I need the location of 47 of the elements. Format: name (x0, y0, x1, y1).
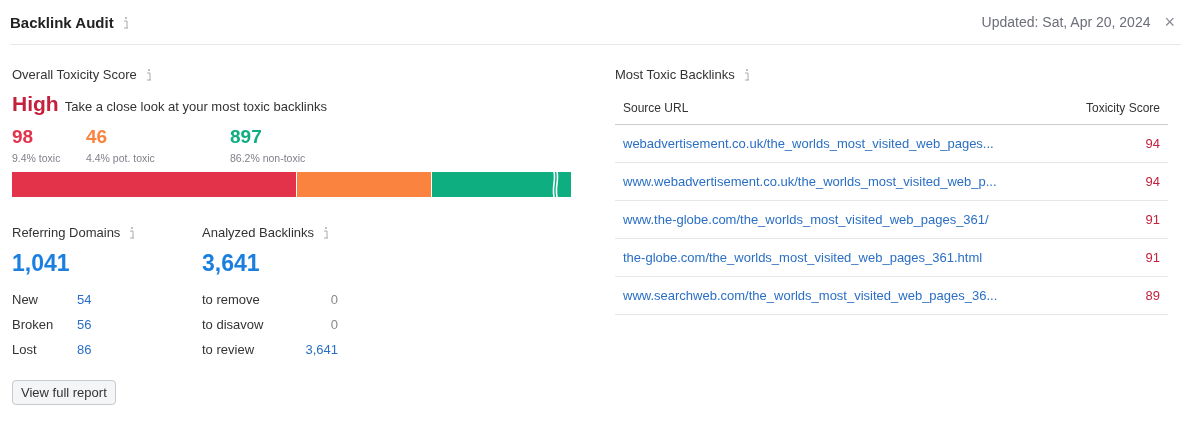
toxicity-score: 91 (1145, 250, 1160, 265)
column-header: Toxicity Score (1085, 101, 1160, 115)
backlinks-total[interactable]: 3,641 (202, 250, 338, 277)
column-header: Source URL (623, 101, 689, 115)
toxicity-score: 94 (1145, 136, 1160, 151)
source-url-link[interactable]: www.searchweb.com/the_worlds_most_visited_web_pages_36... (623, 288, 998, 303)
info-icon[interactable] (128, 226, 136, 239)
info-icon[interactable] (144, 68, 152, 81)
source-url-link[interactable]: the-globe.com/the_worlds_most_visited_web_pages_361.html (623, 250, 983, 265)
domain-count[interactable]: 54 (77, 292, 92, 307)
domain-count[interactable]: 56 (77, 317, 92, 332)
toxicity-score: 89 (1145, 288, 1160, 303)
updated-date: Updated: Sat, Apr 20, 2024 (981, 14, 1151, 30)
source-url-link[interactable]: www.webadvertisement.co.uk/the_worlds_most_visited_web_p... (623, 174, 997, 189)
widget-title: Backlink Audit (10, 13, 114, 31)
source-url-link[interactable]: www.the-globe.com/the_worlds_most_visited_web_pages_361/ (623, 212, 989, 227)
info-icon[interactable] (322, 226, 329, 239)
stat-caption: 4.4% pot. toxic (86, 152, 156, 164)
backlink-count: 0 (330, 292, 338, 307)
domain-label: New (12, 292, 39, 307)
domain-label: Lost (12, 342, 38, 357)
backlink-label: to review (202, 342, 255, 357)
toxicity-score: 91 (1145, 212, 1160, 227)
info-icon[interactable] (121, 15, 129, 29)
section-title: Referring Domains (12, 225, 121, 240)
view-report-button[interactable]: View full report (12, 380, 116, 405)
stat-value: 46 (86, 126, 109, 148)
stat-value: 98 (12, 126, 35, 148)
domain-count[interactable]: 86 (77, 342, 92, 357)
toxicity-score: 94 (1145, 174, 1160, 189)
domain-label: Broken (12, 317, 55, 332)
section-title: Overall Toxicity Score (12, 67, 137, 82)
toxicity-message: Take a close look at your most toxic backlinks (64, 99, 327, 114)
stat-caption: 86.2% non-toxic (230, 152, 307, 164)
source-url-link[interactable]: webadvertisement.co.uk/the_worlds_most_visited_web_pages... (623, 136, 994, 151)
stat-value: 897 (230, 126, 263, 148)
backlink-count[interactable]: 3,641 (305, 342, 338, 357)
close-button[interactable]: × (1158, 11, 1181, 33)
domains-total[interactable]: 1,041 (12, 250, 157, 277)
info-icon[interactable] (742, 68, 750, 81)
stat-caption: 9.4% toxic (12, 152, 62, 164)
backlink-label: to disavow (202, 317, 264, 332)
toxicity-level: High (12, 92, 59, 116)
backlink-count: 0 (330, 317, 338, 332)
section-title: Most Toxic Backlinks (615, 67, 735, 82)
backlink-label: to remove (202, 292, 260, 307)
section-title: Analyzed Backlinks (202, 225, 314, 240)
